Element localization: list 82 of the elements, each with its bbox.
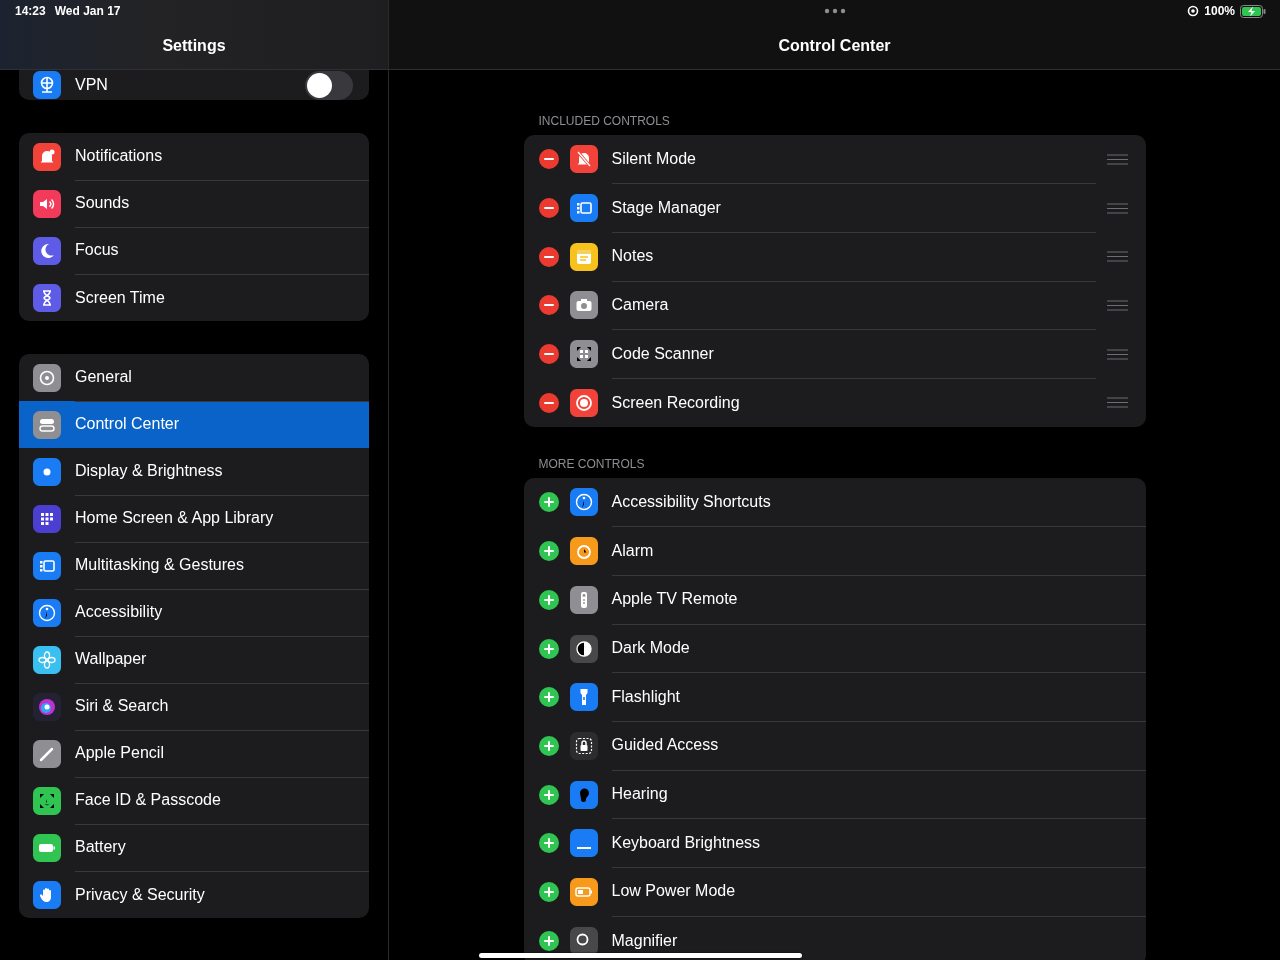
battery-percentage: 100% (1204, 4, 1235, 18)
add-icon[interactable] (538, 930, 559, 951)
page-title: Control Center (778, 37, 891, 55)
control-label: Camera (611, 295, 669, 314)
sidebar-item-label: Multitasking & Gestures (75, 541, 369, 590)
sidebar-item-label: Sounds (75, 179, 369, 228)
sidebar-item[interactable]: Notifications (19, 133, 369, 180)
add-icon[interactable] (538, 541, 559, 562)
control-label: Low Power Mode (611, 882, 736, 901)
drag-handle-icon[interactable] (1106, 299, 1128, 311)
sidebar-item-label: Home Screen & App Library (75, 494, 369, 543)
control-label: Dark Mode (611, 639, 690, 658)
add-icon[interactable] (538, 784, 559, 805)
sidebar-item[interactable]: Face ID & Passcode (19, 777, 369, 824)
control-label: Magnifier (611, 931, 678, 950)
sidebar-item[interactable]: Accessibility (19, 589, 369, 636)
remove-icon[interactable] (538, 149, 559, 170)
more-dots-icon[interactable] (823, 8, 846, 14)
sidebar-item[interactable]: Siri & Search (19, 683, 369, 730)
drag-handle-icon[interactable] (1106, 397, 1128, 409)
sidebar-title: Settings (162, 37, 226, 55)
sidebar-item-label: Screen Time (75, 287, 166, 308)
sidebar-item[interactable]: Display & Brightness (19, 448, 369, 495)
sidebar-item[interactable]: Battery (19, 824, 369, 871)
control-label: Silent Mode (611, 149, 696, 168)
sidebar-item-label: Focus (75, 226, 369, 275)
remove-icon[interactable] (538, 392, 559, 413)
sidebar-item-label: Battery (75, 823, 369, 872)
drag-handle-icon[interactable] (1106, 202, 1128, 214)
sidebar-item[interactable]: Screen Time (19, 274, 369, 321)
remove-icon[interactable] (538, 198, 559, 219)
add-icon[interactable] (538, 589, 559, 610)
control-label: Accessibility Shortcuts (611, 492, 771, 511)
section-header: MORE CONTROLS (537, 457, 646, 474)
status-time: 14:23 (15, 4, 46, 18)
add-icon[interactable] (538, 638, 559, 659)
sidebar-item[interactable]: Control Center (19, 401, 369, 448)
control-label: Screen Recording (611, 393, 740, 412)
section-header: INCLUDED CONTROLS (537, 114, 671, 130)
control-label: Guided Access (611, 736, 719, 755)
sidebar-item-label: Apple Pencil (75, 729, 369, 778)
drag-handle-icon[interactable] (1106, 348, 1128, 360)
add-icon[interactable] (538, 687, 559, 708)
control-label: Alarm (611, 541, 654, 560)
drag-handle-icon[interactable] (1106, 153, 1128, 165)
sidebar-item-label: General (75, 354, 369, 402)
sidebar-item-label: Wallpaper (75, 635, 369, 684)
sidebar-item[interactable]: Home Screen & App Library (19, 495, 369, 542)
add-icon[interactable] (538, 492, 559, 513)
sidebar-item-label: Face ID & Passcode (75, 776, 369, 825)
sidebar-item[interactable]: Focus (19, 227, 369, 274)
sidebar-item-label: Notifications (75, 133, 369, 181)
control-label: Hearing (611, 785, 668, 804)
sidebar-item-label: Display & Brightness (75, 447, 369, 496)
sidebar-item[interactable]: Multitasking & Gestures (19, 542, 369, 589)
control-label: Code Scanner (611, 344, 714, 363)
control-label: Keyboard Brightness (611, 833, 761, 852)
control-label: Stage Manager (611, 198, 721, 217)
control-label: Apple TV Remote (611, 590, 738, 609)
status-date: Wed Jan 17 (54, 4, 121, 18)
add-icon[interactable] (538, 881, 559, 902)
remove-icon[interactable] (538, 295, 559, 316)
sidebar-item[interactable]: Sounds (19, 180, 369, 227)
toggle-switch[interactable] (305, 70, 353, 100)
drag-handle-icon[interactable] (1106, 251, 1128, 263)
control-label: Flashlight (611, 687, 680, 706)
remove-icon[interactable] (538, 246, 559, 267)
sidebar-item[interactable]: Privacy & Security (19, 871, 369, 918)
add-icon[interactable] (538, 833, 559, 854)
control-label: Notes (611, 247, 654, 266)
sidebar-item-label: Accessibility (75, 588, 369, 637)
sidebar-item[interactable]: VPN (19, 70, 369, 100)
sidebar-item-label: Privacy & Security (75, 884, 206, 905)
rotation-lock-icon (1187, 5, 1200, 17)
sidebar-item[interactable]: Wallpaper (19, 636, 369, 683)
sidebar-item[interactable]: General (19, 354, 369, 401)
sidebar-item-label: Siri & Search (75, 682, 369, 731)
add-icon[interactable] (538, 735, 559, 756)
remove-icon[interactable] (538, 344, 559, 365)
sidebar-item-label: Control Center (75, 414, 181, 434)
sidebar-item[interactable]: Apple Pencil (19, 730, 369, 777)
sidebar-item-label: VPN (75, 75, 109, 95)
